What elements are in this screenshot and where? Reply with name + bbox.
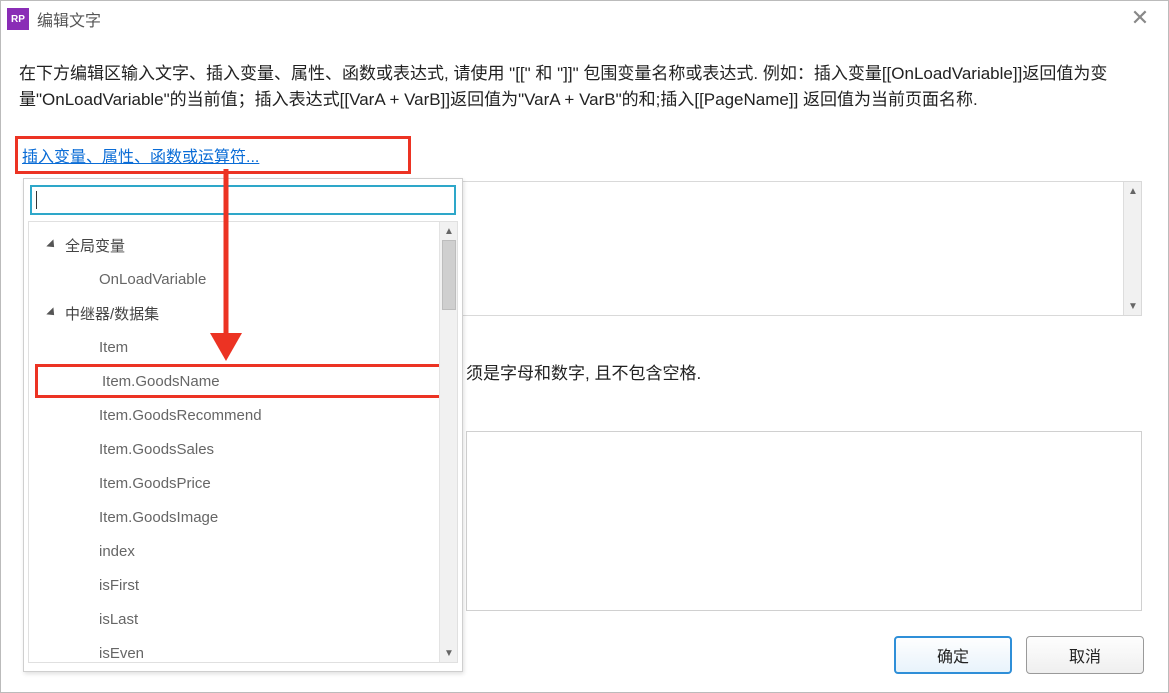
tree-item[interactable]: OnLoadVariable bbox=[29, 262, 457, 296]
title-bar: RP 编辑文字 ✕ bbox=[1, 1, 1168, 37]
tree-item[interactable]: Item.GoodsSales bbox=[29, 432, 457, 466]
tree-item[interactable]: Item.GoodsPrice bbox=[29, 466, 457, 500]
local-variable-box[interactable] bbox=[466, 431, 1142, 611]
tree-group-label: 中继器/数据集 bbox=[65, 303, 159, 324]
cancel-button[interactable]: 取消 bbox=[1026, 636, 1144, 674]
description-text: 在下方编辑区输入文字、插入变量、属性、函数或表达式, 请使用 "[[" 和 "]… bbox=[19, 61, 1139, 114]
triangle-expanded-icon bbox=[46, 307, 57, 318]
triangle-expanded-icon bbox=[46, 239, 57, 250]
textarea-scrollbar[interactable]: ▲ ▼ bbox=[1123, 182, 1141, 315]
ok-button[interactable]: 确定 bbox=[894, 636, 1012, 674]
tree-group-repeater[interactable]: 中继器/数据集 bbox=[29, 296, 457, 330]
tree-group-global[interactable]: 全局变量 bbox=[29, 228, 457, 262]
tree-item-goodsname[interactable]: Item.GoodsName bbox=[35, 364, 447, 398]
scroll-up-icon[interactable]: ▲ bbox=[440, 222, 458, 240]
dropdown-scrollbar[interactable]: ▲ ▼ bbox=[439, 222, 457, 662]
tree-group-label: 全局变量 bbox=[65, 235, 125, 256]
scroll-down-icon[interactable]: ▼ bbox=[440, 644, 458, 662]
tree-item[interactable]: Item bbox=[29, 330, 457, 364]
dialog-buttons: 确定 取消 bbox=[894, 636, 1144, 674]
insert-dropdown-panel: 全局变量 OnLoadVariable 中继器/数据集 Item Item.Go… bbox=[23, 178, 463, 672]
insert-link-annotation: 插入变量、属性、函数或运算符... bbox=[15, 136, 411, 174]
tree-item[interactable]: isFirst bbox=[29, 568, 457, 602]
tree-item[interactable]: Item.GoodsRecommend bbox=[29, 398, 457, 432]
scrollbar-thumb[interactable] bbox=[442, 240, 456, 310]
dialog-title: 编辑文字 bbox=[37, 7, 101, 31]
dropdown-tree: 全局变量 OnLoadVariable 中继器/数据集 Item Item.Go… bbox=[28, 221, 458, 663]
close-icon[interactable]: ✕ bbox=[1120, 5, 1160, 31]
text-cursor bbox=[36, 191, 37, 209]
variable-name-hint: 须是字母和数字, 且不包含空格. bbox=[466, 359, 701, 384]
scroll-down-icon[interactable]: ▼ bbox=[1124, 297, 1142, 315]
app-icon: RP bbox=[7, 8, 29, 30]
tree-item[interactable]: isLast bbox=[29, 602, 457, 636]
insert-variable-link[interactable]: 插入变量、属性、函数或运算符... bbox=[22, 149, 259, 166]
tree-item[interactable]: isEven bbox=[29, 636, 457, 663]
scroll-up-icon[interactable]: ▲ bbox=[1124, 182, 1142, 200]
tree-item[interactable]: Item.GoodsImage bbox=[29, 500, 457, 534]
edit-text-dialog: RP 编辑文字 ✕ 在下方编辑区输入文字、插入变量、属性、函数或表达式, 请使用… bbox=[0, 0, 1169, 693]
dropdown-search-input[interactable] bbox=[30, 185, 456, 215]
tree-item[interactable]: index bbox=[29, 534, 457, 568]
